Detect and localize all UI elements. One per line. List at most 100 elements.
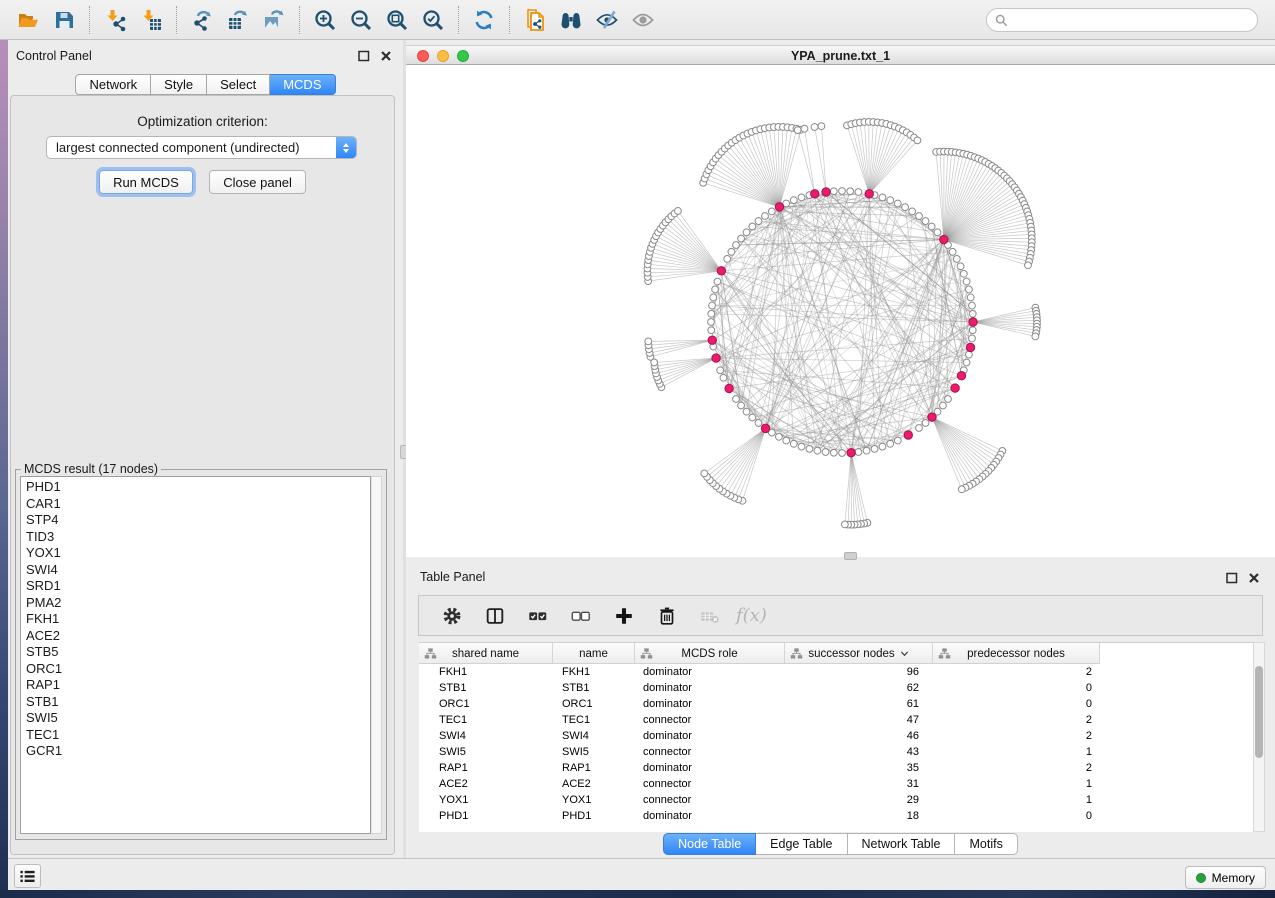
export-table-button[interactable] — [220, 4, 256, 36]
search-binoculars-button[interactable] — [553, 4, 589, 36]
zoom-selected-button[interactable] — [415, 4, 451, 36]
eye-slash-icon — [595, 8, 619, 32]
mcds-result-item[interactable]: TEC1 — [21, 727, 370, 744]
mcds-result-item[interactable]: SWI5 — [21, 710, 370, 727]
network-graph[interactable] — [406, 65, 1275, 557]
table-cell: SWI5 — [553, 746, 635, 758]
clone-network-button[interactable] — [517, 4, 553, 36]
network-canvas[interactable] — [406, 65, 1275, 557]
tab-node-table[interactable]: Node Table — [663, 833, 756, 855]
mcds-result-item[interactable]: STB1 — [21, 694, 370, 711]
mcds-result-item[interactable]: FKH1 — [21, 611, 370, 628]
control-tab-network[interactable]: Network — [75, 74, 151, 95]
splitter-grip[interactable] — [844, 552, 857, 560]
criterion-dropdown[interactable]: largest connected component (undirected) — [46, 136, 357, 159]
table-row[interactable]: SWI5SWI5connector431 — [419, 744, 1253, 760]
mcds-result-item[interactable]: RAP1 — [21, 677, 370, 694]
mcds-result-item[interactable]: ORC1 — [21, 661, 370, 678]
show-all-button[interactable] — [625, 4, 661, 36]
table-cell: RAP1 — [419, 762, 553, 774]
main-toolbar — [0, 0, 1275, 40]
table-row[interactable]: RAP1RAP1dominator352 — [419, 760, 1253, 776]
column-header-successor-nodes[interactable]: successor nodes — [785, 643, 933, 664]
deselect-all-rows-button[interactable] — [564, 600, 598, 632]
table-row[interactable]: FKH1FKH1dominator962 — [419, 664, 1253, 680]
table-cell: 43 — [785, 746, 933, 758]
table-row[interactable]: ACE2ACE2connector311 — [419, 776, 1253, 792]
column-header-shared-name[interactable]: shared name — [419, 643, 553, 664]
table-options-button[interactable] — [435, 600, 469, 632]
search-icon — [995, 14, 1008, 27]
mcds-result-item[interactable]: YOX1 — [21, 545, 370, 562]
table-panel-title: Table Panel — [420, 570, 485, 584]
control-tab-mcds[interactable]: MCDS — [270, 74, 335, 95]
close-control-panel-button[interactable] — [379, 49, 393, 63]
select-all-rows-button[interactable] — [521, 600, 555, 632]
network-search-box[interactable] — [986, 8, 1258, 32]
mcds-result-item[interactable]: PMA2 — [21, 595, 370, 612]
toolbar-separator — [458, 6, 459, 34]
table-row[interactable]: SWI4SWI4dominator462 — [419, 728, 1253, 744]
table-cell: 31 — [785, 778, 933, 790]
mcds-result-item[interactable]: ACE2 — [21, 628, 370, 645]
search-input[interactable] — [1013, 12, 1249, 28]
mcds-result-item[interactable]: SRD1 — [21, 578, 370, 595]
zoom-out-button[interactable] — [343, 4, 379, 36]
create-column-button[interactable] — [607, 600, 641, 632]
mcds-result-item[interactable]: STP4 — [21, 512, 370, 529]
table-row[interactable]: ORC1ORC1dominator610 — [419, 696, 1253, 712]
memory-button[interactable]: Memory — [1185, 866, 1266, 889]
tab-motifs[interactable]: Motifs — [955, 833, 1017, 855]
zoom-in-button[interactable] — [307, 4, 343, 36]
delete-column-button[interactable] — [650, 600, 684, 632]
mcds-result-scrollbar[interactable] — [371, 476, 382, 834]
columns-icon — [484, 605, 506, 627]
table-cell: 0 — [933, 698, 1100, 710]
control-tab-select[interactable]: Select — [207, 74, 270, 95]
float-table-panel-button[interactable] — [1225, 571, 1239, 585]
mcds-result-item[interactable]: STB5 — [21, 644, 370, 661]
run-mcds-button[interactable]: Run MCDS — [99, 170, 193, 194]
export-network-button[interactable] — [184, 4, 220, 36]
table-row[interactable]: PHD1PHD1dominator180 — [419, 808, 1253, 824]
tab-edge-table[interactable]: Edge Table — [756, 833, 847, 855]
mcds-result-item[interactable]: SWI4 — [21, 562, 370, 579]
table-row[interactable]: STB1STB1dominator620 — [419, 680, 1253, 696]
mcds-result-item[interactable]: TID3 — [21, 529, 370, 546]
table-type-tabs: Node TableEdge TableNetwork TableMotifs — [406, 833, 1275, 855]
table-row[interactable]: YOX1YOX1connector291 — [419, 792, 1253, 808]
scrollbar-thumb[interactable] — [1255, 666, 1263, 758]
tab-network-table[interactable]: Network Table — [848, 833, 956, 855]
control-panel-header: Control Panel — [8, 40, 403, 70]
network-title-bar[interactable]: YPA_prune.txt_1 — [406, 45, 1275, 65]
hide-selected-button[interactable] — [589, 4, 625, 36]
control-tab-style[interactable]: Style — [151, 74, 207, 95]
zoom-selected-icon — [421, 8, 445, 32]
close-panel-button[interactable]: Close panel — [209, 170, 306, 194]
import-table-button[interactable] — [133, 4, 169, 36]
table-row[interactable]: TEC1TEC1connector472 — [419, 712, 1253, 728]
panel-menu-button[interactable] — [14, 864, 41, 888]
save-session-button[interactable] — [46, 4, 82, 36]
table-cell: dominator — [635, 698, 785, 710]
column-header-MCDS-role[interactable]: MCDS role — [635, 643, 785, 664]
table-scrollbar[interactable] — [1253, 642, 1265, 832]
table-cell: 2 — [933, 730, 1100, 742]
status-bar: Memory — [8, 858, 1275, 890]
mcds-result-item[interactable]: GCR1 — [21, 743, 370, 760]
export-image-button[interactable] — [256, 4, 292, 36]
mcds-result-item[interactable]: CAR1 — [21, 496, 370, 513]
zoom-fit-button[interactable] — [379, 4, 415, 36]
show-columns-button[interactable] — [478, 600, 512, 632]
float-panel-button[interactable] — [357, 49, 371, 63]
table-cell: connector — [635, 778, 785, 790]
toolbar-separator — [89, 6, 90, 34]
mcds-result-item[interactable]: PHD1 — [21, 479, 370, 496]
open-session-button[interactable] — [10, 4, 46, 36]
refresh-view-button[interactable] — [466, 4, 502, 36]
column-header-name[interactable]: name — [553, 643, 635, 664]
sort-descending-icon — [900, 649, 909, 658]
close-table-panel-button[interactable] — [1247, 571, 1261, 585]
import-network-button[interactable] — [97, 4, 133, 36]
column-header-predecessor-nodes[interactable]: predecessor nodes — [933, 643, 1100, 664]
